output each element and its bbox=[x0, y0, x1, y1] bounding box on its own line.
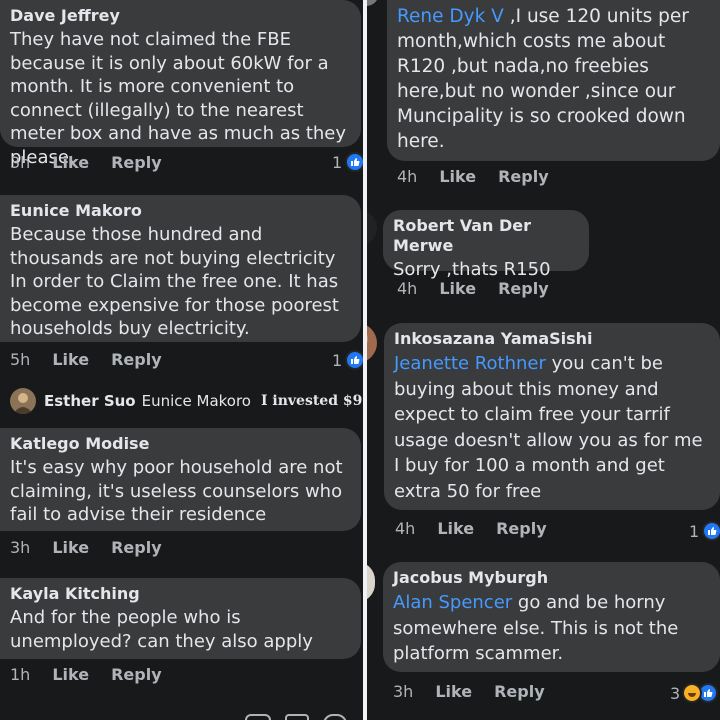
like-button[interactable]: Like bbox=[435, 682, 472, 701]
comment-text: Jeanette Rothner you can't be buying abo… bbox=[394, 353, 703, 502]
mention-link[interactable]: Jeanette Rothner bbox=[394, 353, 546, 374]
reaction-summary[interactable]: 1 bbox=[332, 152, 363, 172]
haha-reaction-icon bbox=[682, 683, 703, 703]
comment-time[interactable]: 1h bbox=[10, 665, 30, 684]
like-button[interactable]: Like bbox=[437, 519, 474, 538]
reaction-summary[interactable]: 1 bbox=[689, 521, 720, 541]
comment-time[interactable]: 3h bbox=[10, 153, 30, 172]
comment-text: They have not claimed the FBE because it… bbox=[10, 29, 347, 168]
comment-bubble: Jacobus Myburgh Alan Spencer go and be h… bbox=[383, 562, 720, 672]
like-button[interactable]: Like bbox=[52, 538, 89, 557]
reaction-count: 1 bbox=[689, 521, 700, 541]
avatar[interactable] bbox=[367, 323, 377, 363]
reply-button[interactable]: Reply bbox=[111, 153, 162, 172]
like-button[interactable]: Like bbox=[52, 665, 89, 684]
comment-actions: 3h Like Reply bbox=[10, 538, 184, 558]
comment-time[interactable]: 4h bbox=[397, 167, 417, 186]
reply-preview[interactable]: Esther Suo Eunice Makoro I invested $900… bbox=[10, 388, 363, 414]
comment-author[interactable]: Dave Jeffrey bbox=[10, 6, 351, 26]
reply-button[interactable]: Reply bbox=[111, 538, 162, 557]
reply-author[interactable]: Esther Suo bbox=[44, 392, 136, 410]
comment-bubble: Dave Jeffrey They have not claimed the F… bbox=[0, 0, 361, 168]
comment-author[interactable]: Robert Van Der Merwe bbox=[393, 216, 579, 256]
comment-time[interactable]: 3h bbox=[10, 538, 30, 557]
camera-icon bbox=[245, 714, 271, 720]
reply-button[interactable]: Reply bbox=[494, 682, 545, 701]
comment-bubble: Eunice Makoro Because those hundred and … bbox=[0, 195, 361, 342]
comment-time[interactable]: 4h bbox=[395, 519, 415, 538]
comment-author[interactable]: Kayla Kitching bbox=[10, 584, 351, 604]
thumbs-up-icon bbox=[345, 350, 363, 370]
reaction-summary[interactable]: 3 bbox=[670, 683, 719, 703]
comment-actions: 1h Like Reply bbox=[10, 665, 184, 685]
right-screenshot-panel: Rene Dyk V ,I use 120 units per month,wh… bbox=[367, 0, 720, 720]
comment-text: Rene Dyk V ,I use 120 units per month,wh… bbox=[397, 6, 689, 152]
reply-button[interactable]: Reply bbox=[498, 279, 549, 298]
comment-actions: 3h Like Reply bbox=[393, 682, 567, 702]
reaction-summary[interactable]: 1 bbox=[332, 350, 363, 370]
comment-bubble: Rene Dyk V ,I use 120 units per month,wh… bbox=[387, 0, 720, 161]
comment-time[interactable]: 5h bbox=[10, 350, 30, 369]
comment-author[interactable]: Jacobus Myburgh bbox=[393, 568, 710, 588]
sticker-icon bbox=[323, 714, 347, 720]
comment-time[interactable]: 3h bbox=[393, 682, 413, 701]
reaction-count: 1 bbox=[332, 350, 343, 370]
comment-actions: 4h Like Reply bbox=[395, 519, 569, 539]
mention-link[interactable]: Rene Dyk V bbox=[397, 6, 504, 27]
avatar[interactable] bbox=[367, 0, 379, 6]
comment-actions: 3h Like Reply bbox=[10, 153, 184, 173]
comment-bubble: Kayla Kitching And for the people who is… bbox=[0, 578, 361, 659]
reply-button[interactable]: Reply bbox=[498, 167, 549, 186]
like-button[interactable]: Like bbox=[439, 167, 476, 186]
avatar[interactable] bbox=[367, 562, 375, 602]
thumbs-up-icon bbox=[345, 152, 363, 172]
comment-bubble: Robert Van Der Merwe Sorry ,thats R150 bbox=[383, 210, 589, 280]
bottom-toolbar-icons bbox=[245, 712, 355, 720]
like-button[interactable]: Like bbox=[52, 153, 89, 172]
reaction-count: 3 bbox=[670, 683, 681, 703]
comment-actions: 5h Like Reply bbox=[10, 350, 184, 370]
like-button[interactable]: Like bbox=[52, 350, 89, 369]
reaction-count: 1 bbox=[332, 152, 343, 172]
avatar[interactable] bbox=[367, 210, 377, 246]
comment-author[interactable]: Eunice Makoro bbox=[10, 201, 351, 221]
left-screenshot-panel: Dave Jeffrey They have not claimed the F… bbox=[0, 0, 363, 720]
comment-text: Alan Spencer go and be horny somewhere e… bbox=[393, 592, 679, 664]
comment-text: Because those hundred and thousands are … bbox=[10, 224, 339, 339]
reply-mention: Eunice Makoro bbox=[141, 392, 251, 410]
comment-text: It's easy why poor household are not cla… bbox=[10, 457, 343, 525]
comment-time[interactable]: 4h bbox=[397, 279, 417, 298]
mention-link[interactable]: Alan Spencer bbox=[393, 592, 512, 613]
reply-button[interactable]: Reply bbox=[111, 350, 162, 369]
reply-button[interactable]: Reply bbox=[111, 665, 162, 684]
gif-icon bbox=[285, 714, 309, 720]
reply-text: I invested $900 ... bbox=[261, 393, 363, 409]
comment-actions: 4h Like Reply bbox=[397, 279, 571, 299]
comment-text: And for the people who is unemployed? ca… bbox=[10, 607, 313, 652]
comment-actions: 4h Like Reply bbox=[397, 167, 571, 187]
comment-author[interactable]: Inkosazana YamaSishi bbox=[394, 329, 710, 349]
comment-bubble: Katlego Modise It's easy why poor househ… bbox=[0, 428, 361, 531]
thumbs-up-icon bbox=[702, 521, 720, 541]
avatar[interactable] bbox=[10, 388, 36, 414]
comment-text: Sorry ,thats R150 bbox=[393, 259, 551, 280]
like-button[interactable]: Like bbox=[439, 279, 476, 298]
reply-button[interactable]: Reply bbox=[496, 519, 547, 538]
comment-author[interactable]: Katlego Modise bbox=[10, 434, 351, 454]
comment-bubble: Inkosazana YamaSishi Jeanette Rothner yo… bbox=[384, 323, 720, 510]
